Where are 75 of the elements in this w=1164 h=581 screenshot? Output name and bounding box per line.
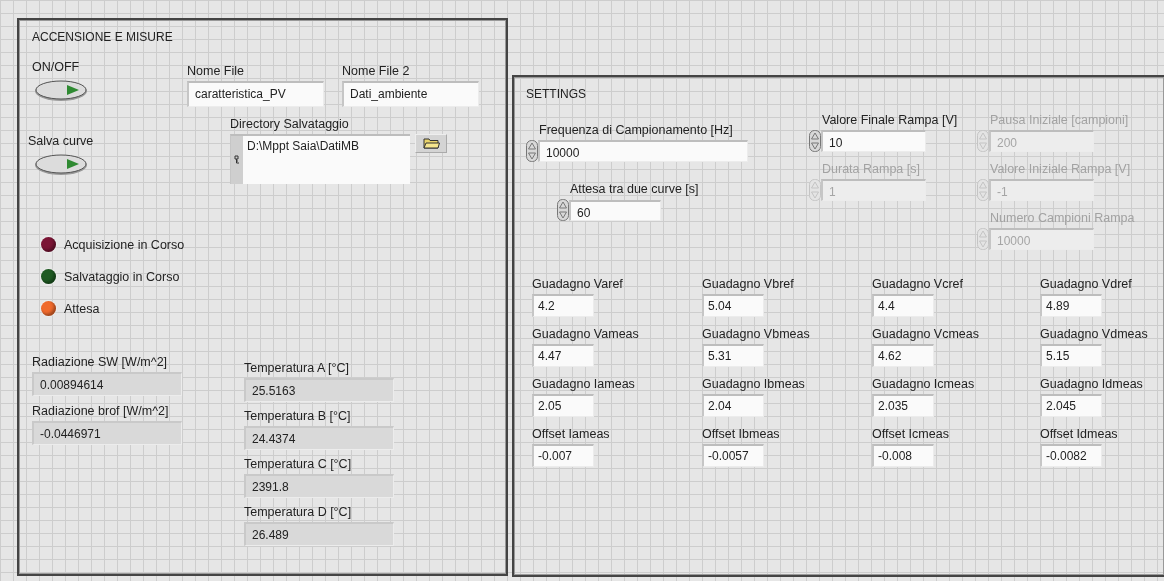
control-label: Pausa Iniziale [campioni]	[990, 113, 1129, 127]
numeric-field[interactable]: 5.04	[702, 294, 764, 317]
control-label: Guadagno Vbmeas	[702, 327, 810, 341]
numeric-field[interactable]: 4.89	[1040, 294, 1102, 317]
numeric-field[interactable]: 2.035	[872, 394, 934, 417]
control-label: Temperatura C [°C]	[244, 457, 352, 471]
control-label: Guadagno Icmeas	[872, 377, 975, 391]
numeric-indicator: 25.5163	[244, 378, 394, 402]
numeric-field[interactable]: -0.008	[872, 444, 934, 467]
control-label: Guadagno Vcref	[872, 277, 964, 291]
path-field[interactable]: D:\Mppt Saia\DatiMB	[230, 134, 410, 184]
control-label: Offset Iameas	[532, 427, 610, 441]
numeric-field[interactable]: 5.31	[702, 344, 764, 367]
path-icon	[234, 155, 240, 165]
control-label: Temperatura D [°C]	[244, 505, 352, 519]
control-label: Guadagno Iameas	[532, 377, 635, 391]
control-label: Offset Ibmeas	[702, 427, 780, 441]
control-label: Guadagno Varef	[532, 277, 623, 291]
control-label: Guadagno Idmeas	[1040, 377, 1143, 391]
numeric-field[interactable]: 2.05	[532, 394, 594, 417]
folder-icon	[422, 138, 440, 149]
control-label: Temperatura A [°C]	[244, 361, 350, 375]
led-label: Attesa	[64, 301, 100, 316]
control-label: Radiazione SW [W/m^2]	[32, 355, 168, 369]
numeric-indicator: 2391.8	[244, 474, 394, 498]
control-label: Offset Icmeas	[872, 427, 949, 441]
numeric-indicator: 26.489	[244, 522, 394, 546]
text-field[interactable]: Dati_ambiente	[342, 81, 479, 107]
toggle-switch[interactable]	[33, 152, 89, 176]
toggle-switch[interactable]	[33, 78, 89, 102]
numeric-indicator: -0.0446971	[32, 421, 182, 445]
led-label: Acquisizione in Corso	[64, 237, 185, 252]
panel-title: ACCENSIONE E MISURE	[32, 30, 173, 44]
control-label: Valore Finale Rampa [V]	[822, 113, 958, 127]
panel-title: SETTINGS	[526, 87, 586, 101]
numeric-field[interactable]: 4.62	[872, 344, 934, 367]
control-label: Frequenza di Campionamento [Hz]	[539, 123, 733, 137]
numeric-field[interactable]: -0.0082	[1040, 444, 1102, 467]
numeric-field[interactable]: 60	[569, 199, 661, 221]
led-label: Salvataggio in Corso	[64, 269, 180, 284]
control-label: Temperatura B [°C]	[244, 409, 351, 423]
text-field[interactable]: caratteristica_PV	[187, 81, 324, 107]
control-label: Guadagno Vdmeas	[1040, 327, 1148, 341]
numeric-field[interactable]: 10000	[538, 140, 748, 162]
control-label: Guadagno Vcmeas	[872, 327, 979, 341]
numeric-field[interactable]: 2.045	[1040, 394, 1102, 417]
spin-arrows[interactable]	[557, 199, 569, 221]
control-label: Guadagno Ibmeas	[702, 377, 805, 391]
numeric-field[interactable]: 4.2	[532, 294, 594, 317]
control-label: Offset Idmeas	[1040, 427, 1118, 441]
control-label: Nome File 2	[342, 64, 410, 78]
control-label: Guadagno Vameas	[532, 327, 639, 341]
control-label: Numero Campioni Rampa	[990, 211, 1135, 225]
spin-arrows[interactable]	[809, 130, 821, 152]
spin-arrows[interactable]	[526, 140, 538, 162]
control-label: Attesa tra due curve [s]	[570, 182, 699, 196]
numeric-field[interactable]: -0.0057	[702, 444, 764, 467]
browse-button[interactable]	[415, 134, 447, 153]
switch-label: ON/OFF	[32, 60, 80, 74]
control-label: Durata Rampa [s]	[822, 162, 920, 176]
control-label: Directory Salvataggio	[230, 117, 349, 131]
numeric-field[interactable]: 4.4	[872, 294, 934, 317]
numeric-field[interactable]: 10	[821, 130, 926, 152]
numeric-field[interactable]: 4.47	[532, 344, 594, 367]
control-label: Radiazione brof [W/m^2]	[32, 404, 169, 418]
numeric-field[interactable]: -0.007	[532, 444, 594, 467]
control-label: Valore Iniziale Rampa [V]	[990, 162, 1131, 176]
numeric-indicator: 0.00894614	[32, 372, 182, 396]
numeric-field[interactable]: 5.15	[1040, 344, 1102, 367]
numeric-field[interactable]: 2.04	[702, 394, 764, 417]
control-label: Guadagno Vbref	[702, 277, 794, 291]
switch-label: Salva curve	[28, 134, 94, 148]
control-label: Guadagno Vdref	[1040, 277, 1132, 291]
numeric-indicator: 24.4374	[244, 426, 394, 450]
control-label: Nome File	[187, 64, 244, 78]
